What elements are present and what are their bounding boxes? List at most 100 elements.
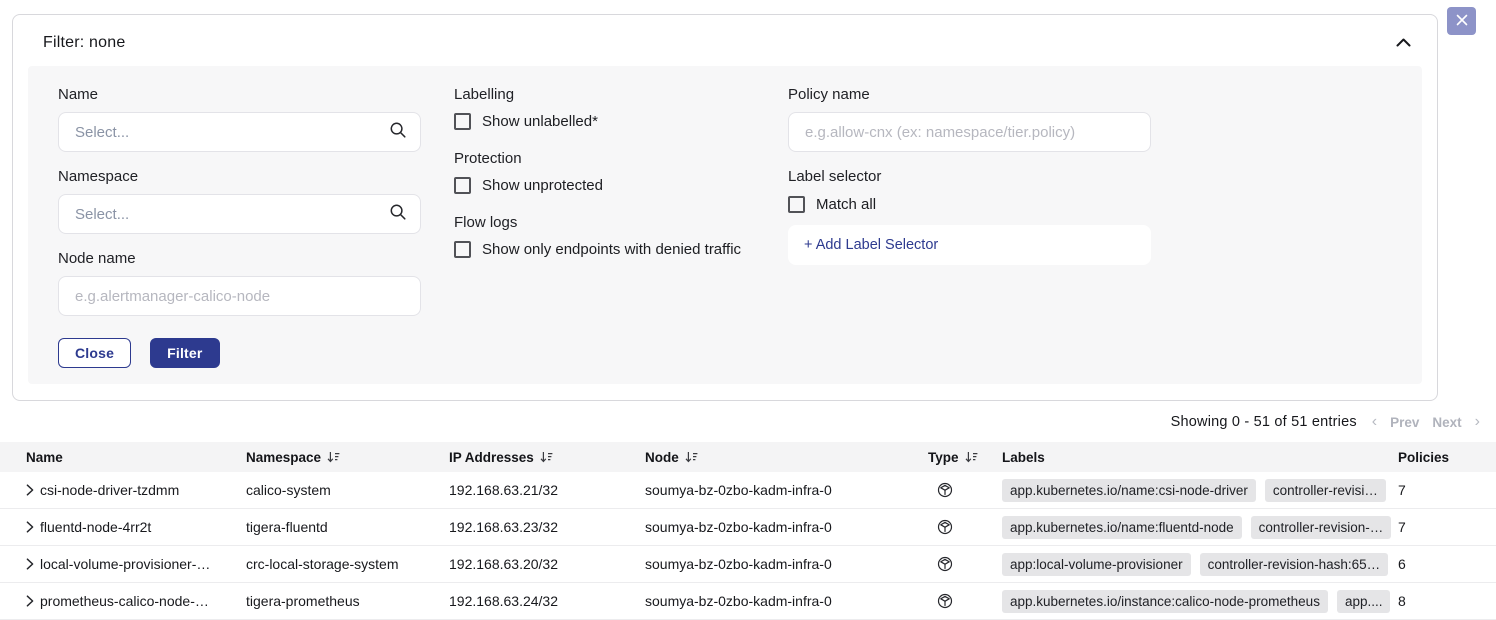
checkbox-icon: [454, 113, 471, 130]
filter-column-middle: Labelling Show unlabelled* Protection Sh…: [454, 86, 760, 258]
endpoint-ip: 192.168.63.24/32: [449, 593, 645, 609]
table-row[interactable]: local-volume-provisioner-…crc-local-stor…: [0, 546, 1496, 583]
flow-logs-group-label: Flow logs: [454, 214, 760, 231]
sort-icon[interactable]: [540, 451, 553, 463]
label-chip: controller-revisi…: [1265, 479, 1386, 502]
show-unprotected-checkbox[interactable]: Show unprotected: [454, 177, 760, 194]
column-header-namespace[interactable]: Namespace: [246, 450, 449, 465]
expand-chevron-icon: [26, 521, 34, 533]
table-row[interactable]: fluentd-node-4rr2ttigera-fluentd192.168.…: [0, 509, 1496, 546]
node-name-field-label: Node name: [58, 250, 421, 267]
filter-panel-header: Filter: none: [13, 15, 1437, 66]
prev-chevron-icon[interactable]: ‹: [1372, 414, 1377, 430]
policies-count: 8: [1398, 593, 1496, 609]
endpoint-node: soumya-bz-0zbo-kadm-infra-0: [645, 593, 928, 609]
show-unprotected-label: Show unprotected: [482, 177, 603, 194]
policies-count: 7: [1398, 482, 1496, 498]
pod-type-icon: [937, 519, 953, 535]
name-field-label: Name: [58, 86, 421, 103]
labelling-group-label: Labelling: [454, 86, 760, 103]
endpoint-name: fluentd-node-4rr2t: [40, 519, 246, 535]
expand-chevron-icon: [26, 558, 34, 570]
next-chevron-icon[interactable]: ›: [1475, 414, 1480, 430]
table-body: csi-node-driver-tzdmmcalico-system192.16…: [0, 472, 1496, 620]
match-all-checkbox[interactable]: Match all: [788, 196, 1151, 213]
column-header-type[interactable]: Type: [928, 450, 1002, 465]
show-unlabelled-label: Show unlabelled*: [482, 113, 598, 130]
expand-row-button[interactable]: [26, 595, 40, 607]
endpoint-namespace: tigera-prometheus: [246, 593, 449, 609]
filter-button[interactable]: Filter: [150, 338, 219, 368]
filter-form: Name Namespace Node name: [28, 66, 1422, 384]
denied-traffic-checkbox[interactable]: Show only endpoints with denied traffic: [454, 241, 760, 258]
table-row[interactable]: csi-node-driver-tzdmmcalico-system192.16…: [0, 472, 1496, 509]
pager: ‹ Prev Next ›: [1372, 414, 1480, 430]
pod-type-icon: [937, 593, 953, 609]
show-unlabelled-checkbox[interactable]: Show unlabelled*: [454, 113, 760, 130]
node-name-field[interactable]: [58, 276, 421, 316]
policies-count: 6: [1398, 556, 1496, 572]
filter-area: Filter: none Name Namespace: [0, 0, 1496, 401]
endpoint-node: soumya-bz-0zbo-kadm-infra-0: [645, 556, 928, 572]
search-icon: [389, 203, 407, 226]
namespace-select-input[interactable]: [73, 205, 389, 224]
close-icon: [1456, 14, 1468, 28]
entries-summary: Showing 0 - 51 of 51 entries: [1171, 414, 1357, 430]
table-row[interactable]: prometheus-calico-node-…tigera-prometheu…: [0, 583, 1496, 620]
next-button[interactable]: Next: [1432, 415, 1461, 430]
expand-row-button[interactable]: [26, 521, 40, 533]
expand-row-button[interactable]: [26, 558, 40, 570]
expand-row-button[interactable]: [26, 484, 40, 496]
policy-name-field-label: Policy name: [788, 86, 1151, 103]
node-name-input[interactable]: [73, 287, 407, 306]
pod-type-icon: [937, 482, 953, 498]
protection-group-label: Protection: [454, 150, 760, 167]
namespace-field-label: Namespace: [58, 168, 421, 185]
column-header-name: Name: [26, 450, 246, 465]
checkbox-icon: [454, 177, 471, 194]
filter-panel: Filter: none Name Namespace: [12, 14, 1438, 401]
label-chip: app:local-volume-provisioner: [1002, 553, 1191, 576]
column-header-label: IP Addresses: [449, 450, 534, 465]
close-panel-button[interactable]: [1447, 7, 1476, 35]
column-header-node[interactable]: Node: [645, 450, 928, 465]
checkbox-icon: [788, 196, 805, 213]
endpoint-labels: app.kubernetes.io/name:fluentd-nodecontr…: [1002, 516, 1398, 539]
endpoints-table: NameNamespaceIP Addresses Node Type Labels P…: [0, 442, 1496, 620]
name-select-input[interactable]: [73, 123, 389, 142]
namespace-select[interactable]: [58, 194, 421, 234]
endpoint-type: [928, 482, 1002, 498]
add-label-selector-button[interactable]: + Add Label Selector: [788, 225, 1151, 265]
endpoint-type: [928, 519, 1002, 535]
denied-traffic-label: Show only endpoints with denied traffic: [482, 241, 741, 258]
match-all-label: Match all: [816, 196, 876, 213]
endpoint-labels: app.kubernetes.io/name:csi-node-driverco…: [1002, 479, 1398, 502]
column-header-policies: Policies: [1398, 450, 1496, 465]
policy-name-input[interactable]: [803, 123, 1137, 142]
pagination-bar: Showing 0 - 51 of 51 entries ‹ Prev Next…: [0, 401, 1496, 442]
column-header-label: Node: [645, 450, 679, 465]
filter-panel-title: Filter: none: [43, 34, 125, 52]
sort-icon[interactable]: [965, 451, 978, 463]
column-header-label: Policies: [1398, 450, 1449, 465]
name-select[interactable]: [58, 112, 421, 152]
endpoint-name: local-volume-provisioner-…: [40, 556, 246, 572]
endpoint-name: csi-node-driver-tzdmm: [40, 482, 246, 498]
endpoint-node: soumya-bz-0zbo-kadm-infra-0: [645, 482, 928, 498]
endpoint-ip: 192.168.63.23/32: [449, 519, 645, 535]
filter-column-right: Policy name Label selector Match all + A…: [788, 86, 1151, 265]
column-header-label: Labels: [1002, 450, 1045, 465]
column-header-ip-addresses[interactable]: IP Addresses: [449, 450, 645, 465]
search-icon: [389, 121, 407, 144]
label-chip: app.kubernetes.io/name:fluentd-node: [1002, 516, 1242, 539]
close-button[interactable]: Close: [58, 338, 131, 368]
pod-type-icon: [937, 556, 953, 572]
column-header-labels: Labels: [1002, 450, 1398, 465]
column-header-label: Type: [928, 450, 959, 465]
prev-button[interactable]: Prev: [1390, 415, 1419, 430]
sort-icon[interactable]: [327, 451, 340, 463]
label-chip: app....: [1337, 590, 1391, 613]
collapse-panel-button[interactable]: [1392, 31, 1415, 54]
sort-icon[interactable]: [685, 451, 698, 463]
policy-name-field[interactable]: [788, 112, 1151, 152]
